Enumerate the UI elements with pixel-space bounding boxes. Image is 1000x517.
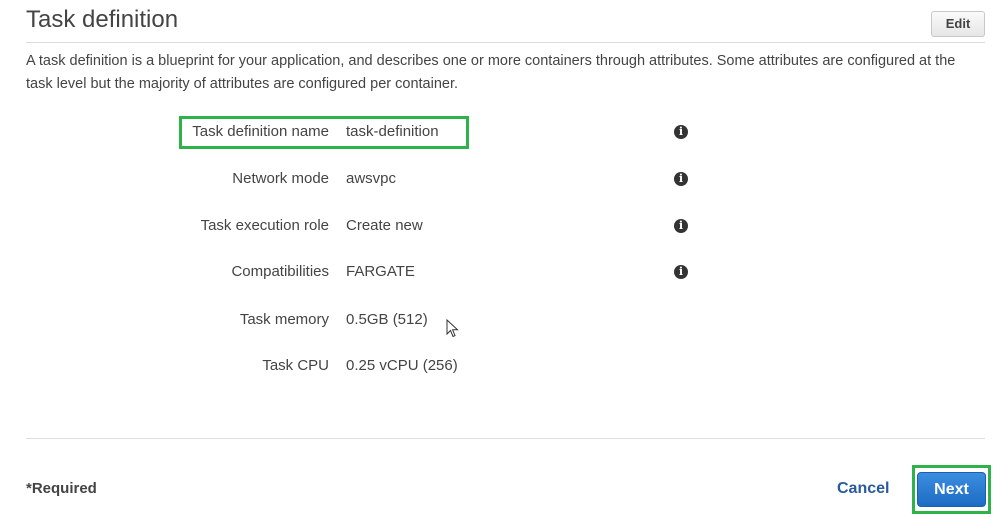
cancel-button[interactable]: Cancel: [837, 480, 889, 498]
field-task-execution-role: Task execution role Create new i: [0, 214, 1000, 238]
edit-button[interactable]: Edit: [931, 11, 985, 37]
field-label: Task execution role: [200, 217, 329, 234]
field-label: Task memory: [239, 311, 329, 328]
highlight-box: [179, 116, 469, 149]
info-icon[interactable]: i: [674, 219, 688, 233]
field-value: Create new: [346, 217, 423, 234]
field-task-memory: Task memory 0.5GB (512): [0, 308, 1000, 332]
field-label: Task CPU: [262, 357, 329, 374]
mouse-cursor-icon: [446, 319, 459, 338]
next-button[interactable]: Next: [917, 472, 986, 507]
divider: [26, 438, 985, 439]
field-value: 0.25 vCPU (256): [346, 357, 458, 374]
info-icon[interactable]: i: [674, 265, 688, 279]
field-task-definition-name: Task definition name task-definition i: [0, 120, 1000, 144]
page-title: Task definition: [26, 6, 179, 33]
field-label: Network mode: [232, 170, 329, 187]
field-network-mode: Network mode awsvpc i: [0, 167, 1000, 191]
info-icon[interactable]: i: [674, 125, 688, 139]
description-text: A task definition is a blueprint for you…: [26, 53, 956, 92]
field-value: 0.5GB (512): [346, 311, 428, 328]
field-compatibilities: Compatibilities FARGATE i: [0, 260, 1000, 284]
field-value: awsvpc: [346, 170, 397, 187]
field-task-cpu: Task CPU 0.25 vCPU (256): [0, 354, 1000, 378]
divider: [26, 42, 985, 43]
required-note: *Required: [26, 480, 97, 497]
info-icon[interactable]: i: [674, 172, 688, 186]
field-label: Compatibilities: [231, 263, 329, 280]
field-value: FARGATE: [346, 263, 415, 280]
